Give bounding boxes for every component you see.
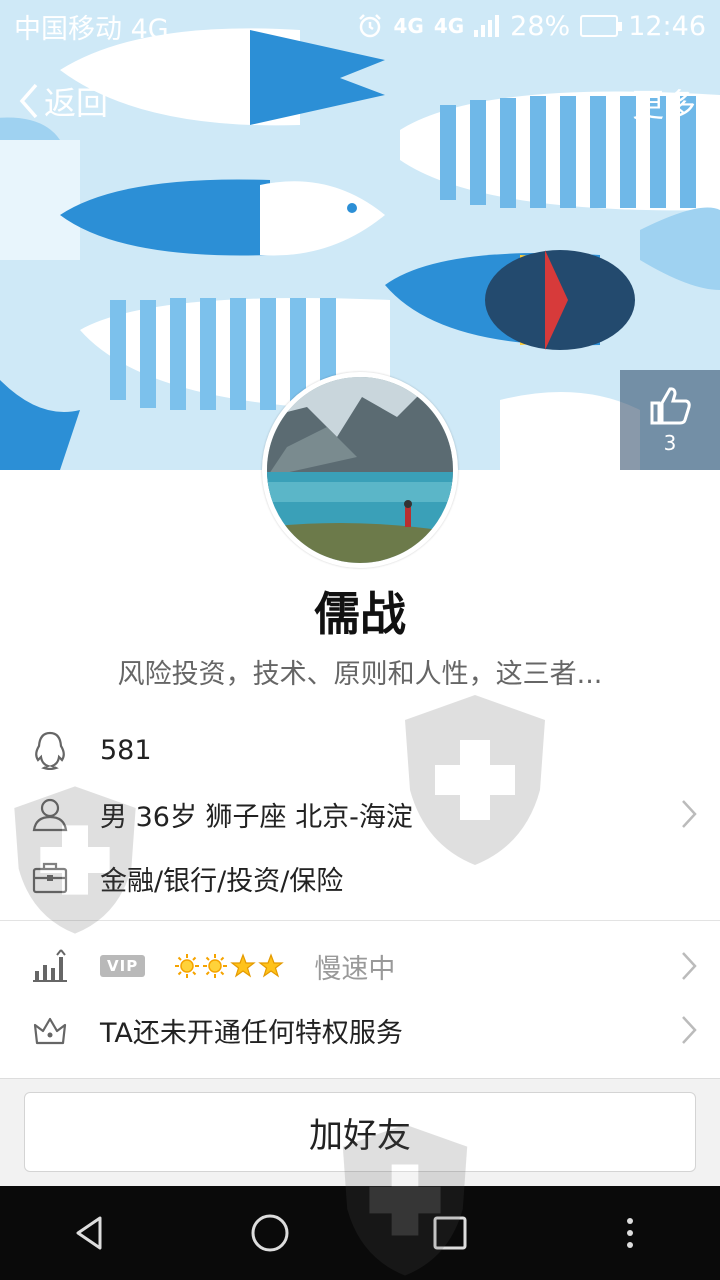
square-recents-icon — [433, 1216, 467, 1250]
system-home-button[interactable] — [230, 1193, 310, 1273]
more-button[interactable]: 更多 — [632, 80, 696, 126]
add-friend-button[interactable]: 加好友 — [24, 1092, 696, 1172]
privilege-text: TA还未开通任何特权服务 — [100, 1017, 403, 1049]
vip-row[interactable]: VIP 慢速中 — [0, 934, 720, 998]
briefcase-icon — [32, 862, 68, 894]
back-label: 返回 — [44, 84, 109, 122]
system-recents-button[interactable] — [410, 1193, 490, 1273]
vip-badge: VIP — [100, 955, 146, 977]
back-chevron-icon — [19, 83, 38, 119]
system-menu-button[interactable] — [590, 1193, 670, 1273]
network-type-b: 4G — [433, 14, 465, 38]
qq-number: 581 — [100, 734, 152, 766]
battery-percent: 28% — [510, 10, 571, 42]
chevron-right-icon — [682, 1016, 697, 1044]
qq-number-row: 581 — [0, 718, 720, 782]
speed-status: 慢速中 — [314, 953, 396, 985]
network-type-a: 4G — [393, 14, 424, 38]
thumbs-up-icon — [650, 387, 691, 425]
clock: 12:46 — [628, 10, 706, 42]
carrier-label: 中国移动 4G — [14, 13, 169, 45]
crown-icon — [33, 1017, 67, 1045]
status-bar: 中国移动 4G 4G 4G 28% 12:46 — [0, 0, 720, 52]
system-back-button[interactable] — [50, 1193, 130, 1273]
system-navigation-bar — [0, 1186, 720, 1280]
occupation: 金融/银行/投资/保险 — [100, 865, 344, 897]
more-dots-icon — [627, 1218, 633, 1248]
like-button[interactable]: 3 — [620, 370, 720, 470]
sun-level-icon — [174, 954, 199, 978]
nickname: 儒战 — [314, 587, 406, 641]
sun-level-icon — [202, 954, 227, 978]
back-button[interactable]: 返回 — [18, 78, 108, 124]
qq-level-icons — [174, 953, 284, 979]
chevron-right-icon — [682, 952, 697, 980]
star-level-icon — [258, 953, 284, 978]
battery-icon — [580, 15, 623, 37]
chevron-right-icon — [682, 800, 697, 828]
avatar[interactable] — [262, 372, 458, 568]
alarm-icon — [359, 14, 382, 38]
status-icons: 4G 4G 28% 12:46 — [357, 11, 706, 42]
level-chart-icon — [33, 949, 67, 982]
basic-info-row[interactable]: 男 36岁 狮子座 北京-海淀 — [0, 782, 720, 846]
like-count: 3 — [663, 431, 677, 455]
penguin-icon — [35, 731, 65, 770]
signature: 风险投资，技术、原则和人性，这三者... — [117, 659, 603, 690]
signal-icon — [474, 15, 500, 37]
basic-info: 男 36岁 狮子座 北京-海淀 — [100, 801, 413, 833]
person-icon — [32, 798, 68, 832]
triangle-back-icon — [76, 1216, 102, 1250]
avatar-image — [267, 377, 453, 563]
circle-home-icon — [251, 1214, 289, 1252]
star-level-icon — [230, 953, 256, 978]
occupation-row: 金融/银行/投资/保险 — [0, 846, 720, 910]
privilege-row[interactable]: TA还未开通任何特权服务 — [0, 998, 720, 1062]
section-divider — [0, 920, 720, 921]
